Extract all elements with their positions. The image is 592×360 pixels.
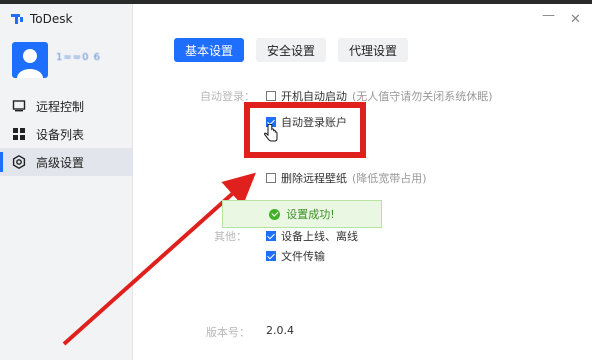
app-name: ToDesk — [30, 12, 73, 26]
device-online-option[interactable]: 设备上线、离线 — [266, 228, 358, 244]
sidebar-item-device-list[interactable]: 设备列表 — [0, 120, 132, 148]
tab-proxy-settings[interactable]: 代理设置 — [338, 38, 409, 62]
close-button[interactable]: ✕ — [570, 12, 581, 27]
sidebar-nav: 远程控制 设备列表 高级设置 — [0, 92, 132, 176]
file-transfer-checkbox[interactable] — [266, 251, 276, 261]
toast-text: 设置成功! — [286, 208, 335, 221]
file-transfer-option[interactable]: 文件传输 — [266, 248, 325, 264]
gear-icon — [12, 155, 26, 169]
remove-wallpaper-option[interactable]: 删除远程壁纸 (降低宽带占用) — [266, 170, 427, 186]
highlight-box — [244, 102, 366, 158]
sidebar-item-remote-control[interactable]: 远程控制 — [0, 92, 132, 120]
sidebar-item-label: 设备列表 — [36, 127, 85, 142]
other-label: 其他： — [214, 230, 247, 243]
settings-tabs: 基本设置 安全设置 代理设置 — [174, 38, 409, 62]
sidebar: ToDesk 1==0 6 远程控制 设备列表 高级设置 — [0, 4, 133, 360]
tab-basic-settings[interactable]: 基本设置 — [174, 38, 245, 62]
auto-start-hint: (无人值守请勿关闭系统休眠) — [352, 90, 493, 103]
sidebar-item-label: 高级设置 — [36, 155, 85, 170]
device-online-checkbox[interactable] — [266, 231, 276, 241]
auto-start-checkbox[interactable] — [266, 91, 276, 101]
avatar[interactable] — [12, 42, 48, 78]
monitor-icon — [12, 99, 26, 113]
tab-security-settings[interactable]: 安全设置 — [256, 38, 327, 62]
file-transfer-label: 文件传输 — [281, 250, 325, 263]
device-online-label: 设备上线、离线 — [281, 230, 358, 243]
version-label: 版本号： — [206, 326, 250, 339]
todesk-logo-icon — [10, 12, 24, 26]
account-id: 1==0 6 — [56, 52, 102, 63]
minimize-button[interactable]: — — [542, 8, 555, 23]
remove-wallpaper-checkbox[interactable] — [266, 173, 276, 183]
sidebar-item-label: 远程控制 — [36, 99, 85, 114]
sidebar-item-advanced-settings[interactable]: 高级设置 — [0, 148, 132, 176]
check-circle-icon — [269, 208, 281, 220]
grid-icon — [12, 127, 26, 141]
hand-cursor-icon — [264, 124, 278, 142]
remove-wallpaper-hint: (降低宽带占用) — [352, 172, 427, 185]
success-toast: 设置成功! — [222, 200, 382, 228]
app-title: ToDesk — [10, 12, 72, 26]
version-value: 2.0.4 — [266, 324, 294, 337]
todesk-window: ToDesk 1==0 6 远程控制 设备列表 高级设置 — ✕ 基本设置 安全… — [0, 4, 592, 360]
remove-wallpaper-label: 删除远程壁纸 — [281, 172, 347, 185]
